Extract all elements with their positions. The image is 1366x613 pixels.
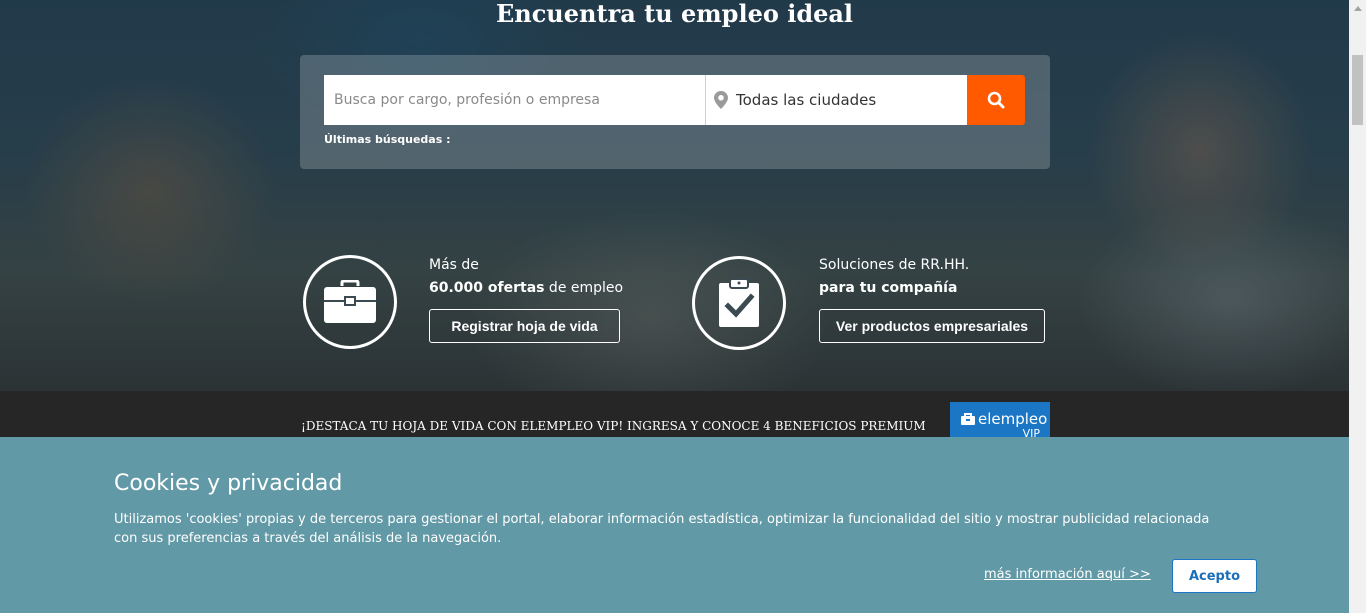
feature-hr-line1: Soluciones de RR.HH. [819,257,970,273]
location-pin-icon [714,91,728,109]
feature-jobs-count: 60.000 ofertas [429,280,545,296]
cookie-body: Utilizamos 'cookies' propias y de tercer… [114,512,1210,546]
briefcase-circle [303,255,397,349]
city-select-value: Todas las ciudades [736,91,877,109]
clipboard-check-icon [719,278,759,327]
business-products-button[interactable]: Ver productos empresariales [819,309,1045,343]
vip-promo-text[interactable]: ¡DESTACA TU HOJA DE VIDA CON ELEMPLEO VI… [301,419,926,433]
vip-promo-bar[interactable]: ¡DESTACA TU HOJA DE VIDA CON ELEMPLEO VI… [0,391,1349,441]
more-info-link[interactable]: más información aquí >> [984,567,1151,582]
chevron-up-icon [1353,6,1362,11]
briefcase-icon [324,280,376,323]
vip-badge[interactable]: elempleo VIP [950,402,1050,441]
feature-jobs-text: Más de 60.000 ofertas de empleo [429,254,623,300]
search-button[interactable] [967,75,1025,125]
elempleo-logo: elempleo [960,410,1047,428]
accept-cookies-button[interactable]: Acepto [1172,559,1257,593]
scroll-thumb[interactable] [1352,55,1363,125]
cookie-banner: Cookies y privacidad Utilizamos 'cookies… [0,437,1349,613]
clipboard-circle [692,256,786,350]
hero-title: Encuentra tu empleo ideal [495,0,854,28]
search-input[interactable] [324,75,706,125]
feature-hr-text: Soluciones de RR.HH. para tu compañía [819,254,969,300]
feature-jobs-line2: 60.000 ofertas de empleo [429,277,623,300]
hero-banner: Encuentra tu empleo ideal Todas las ciud… [0,0,1349,391]
search-icon [987,91,1005,109]
elempleo-logo-text: elempleo [978,410,1048,428]
cookie-title: Cookies y privacidad [114,471,343,496]
feature-hr-line2: para tu compañía [819,277,969,300]
recent-searches-label: Últimas búsquedas : [324,133,451,146]
scroll-up-arrow[interactable] [1349,0,1366,17]
search-panel: Todas las ciudades Últimas búsquedas : [300,55,1050,169]
scrollbar[interactable] [1349,0,1366,613]
feature-jobs-line1: Más de [429,257,479,273]
feature-hr-bold: para tu compañía [819,280,958,296]
city-select[interactable]: Todas las ciudades [705,75,967,125]
register-cv-button[interactable]: Registrar hoja de vida [429,309,620,343]
elempleo-logo-icon [961,413,975,425]
feature-jobs-suffix: de empleo [544,280,624,296]
